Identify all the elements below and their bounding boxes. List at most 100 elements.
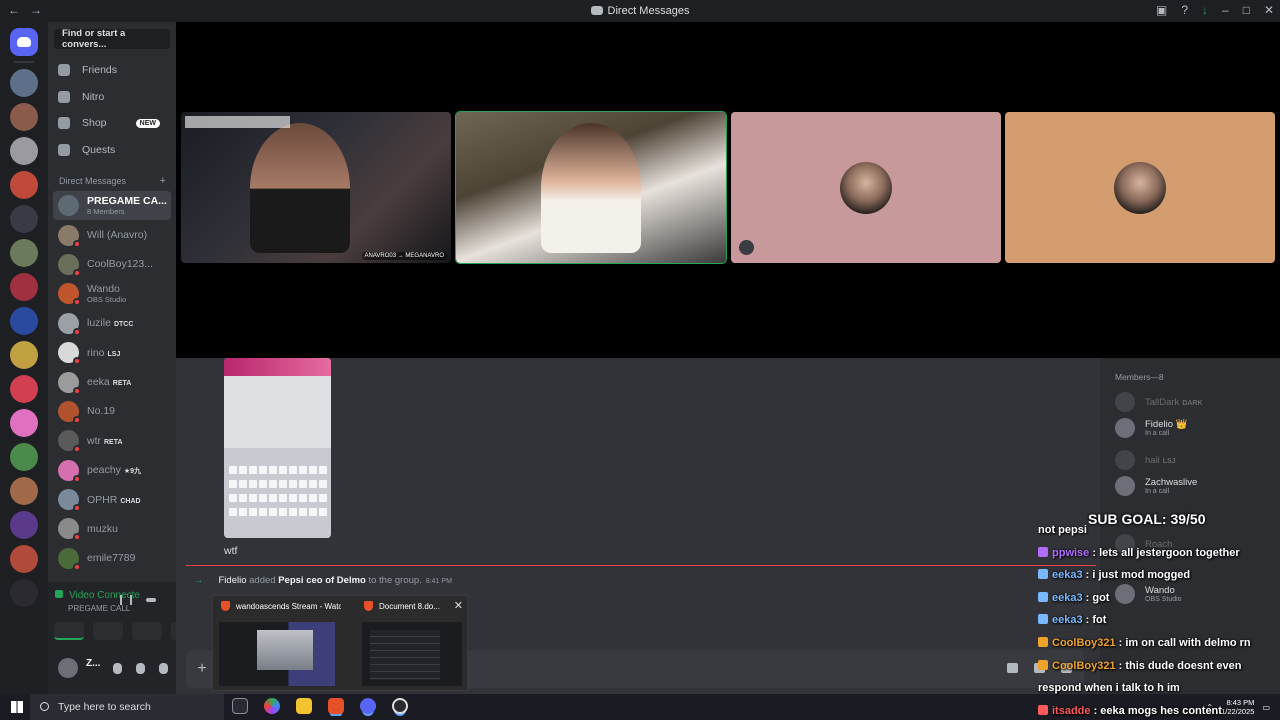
add-dm-icon[interactable]: + xyxy=(160,175,166,187)
taskbar-search[interactable]: Type here to search xyxy=(30,694,224,720)
username[interactable]: Z... xyxy=(86,658,100,669)
close-button[interactable]: ✕ xyxy=(1264,3,1274,17)
avatar-tile[interactable] xyxy=(731,112,1001,263)
dm-conversation[interactable]: Will (Anavro) xyxy=(48,220,176,249)
window-controls: ▣ ? ↓ – □ ✕ xyxy=(1156,3,1274,17)
dm-conversation[interactable]: luzile DTCC xyxy=(48,309,176,338)
server-icon[interactable] xyxy=(10,137,38,165)
dm-conversation[interactable]: PREGAME CA... 8 Members xyxy=(53,191,171,221)
video-tile[interactable]: ANAVRO03 → MEGANAVRO xyxy=(181,112,451,263)
keyboard-key xyxy=(289,494,297,502)
member-item[interactable]: Zachwaslive In a call xyxy=(1115,476,1197,496)
chat-username: eeka3 xyxy=(1052,569,1083,582)
copilot-icon[interactable] xyxy=(264,698,280,714)
inbox-icon[interactable]: ▣ xyxy=(1156,3,1167,17)
find-conversation-button[interactable]: Find or start a convers... xyxy=(54,28,170,50)
maximize-button[interactable]: □ xyxy=(1243,3,1250,17)
add-attachment-icon[interactable]: + xyxy=(194,661,210,677)
dm-conversation[interactable]: eeka RETA xyxy=(48,367,176,396)
nav-shop[interactable]: Shop NEW xyxy=(48,110,176,137)
keyboard-key xyxy=(309,480,317,488)
dm-conversation[interactable]: peachy ★9九 xyxy=(48,456,176,485)
voice-channel-name[interactable]: PREGAME CALL xyxy=(68,604,130,613)
keyboard-key xyxy=(239,480,247,488)
server-icon[interactable] xyxy=(10,341,38,369)
download-icon[interactable]: ↓ xyxy=(1202,3,1208,17)
discord-app-icon[interactable] xyxy=(360,698,376,714)
task-view-icon[interactable] xyxy=(232,698,248,714)
dm-list: PREGAME CA... 8 Members Will (Anavro) CoolB… xyxy=(48,191,176,573)
server-icon[interactable] xyxy=(10,511,38,539)
avatar xyxy=(58,400,81,424)
stream-chat-line: eeka3 : fot xyxy=(1038,614,1106,626)
dm-conversation[interactable]: OPHR CHAD xyxy=(48,485,176,514)
system-actor[interactable]: Fidelio xyxy=(219,575,247,586)
video-tile-speaking[interactable] xyxy=(455,111,727,264)
headphones-icon[interactable] xyxy=(136,663,145,674)
window-preview[interactable]: wandoascends Stream - Watch ... xyxy=(213,596,341,692)
server-icon[interactable] xyxy=(10,103,38,131)
stream-chat-line: respond when i talk to h im xyxy=(1038,682,1180,694)
server-icon[interactable] xyxy=(10,273,38,301)
member-name: TallDark DARK xyxy=(1145,397,1203,408)
dm-conversation[interactable]: CoolBoy123... xyxy=(48,250,176,279)
windows-start-icon[interactable] xyxy=(11,701,23,713)
stream-chat-line: eeka3 : got xyxy=(1038,591,1109,604)
gift-icon[interactable] xyxy=(1007,663,1018,673)
file-explorer-icon[interactable] xyxy=(296,698,312,714)
member-item[interactable]: hali LSJ xyxy=(1115,450,1176,470)
stream-chat-line: CoolBoy321 : this dude doesnt even xyxy=(1038,659,1241,672)
dm-conversation[interactable]: emile7789 xyxy=(48,544,176,573)
keyboard-key xyxy=(299,466,307,474)
server-icon[interactable] xyxy=(10,477,38,505)
member-item[interactable]: Fidelio 👑 In a call xyxy=(1115,418,1187,438)
camera-button[interactable] xyxy=(54,622,84,640)
server-icon[interactable] xyxy=(10,409,38,437)
server-icon[interactable] xyxy=(10,171,38,199)
screen-share-button[interactable] xyxy=(93,622,123,640)
minimize-button[interactable]: – xyxy=(1222,3,1229,17)
video-credit: ANAVRO03 → MEGANAVRO xyxy=(361,252,447,260)
voice-waves-icon[interactable] xyxy=(120,595,132,605)
settings-icon[interactable] xyxy=(159,663,168,674)
activities-button[interactable] xyxy=(132,622,162,640)
message-timestamp: 8:41 PM xyxy=(425,578,452,585)
nav-nitro[interactable]: Nitro xyxy=(48,84,176,111)
server-icon[interactable] xyxy=(10,307,38,335)
dm-conversation[interactable]: No.19 xyxy=(48,397,176,426)
message-image-attachment[interactable] xyxy=(224,358,331,538)
server-icon[interactable] xyxy=(10,545,38,573)
dm-conversation-name: luzile DTCC xyxy=(87,317,133,329)
system-target[interactable]: Pepsi ceo of Delmo xyxy=(278,575,366,586)
dm-conversation-name: rino LSJ xyxy=(87,347,120,359)
disconnect-icon[interactable] xyxy=(146,598,156,602)
nav-quests[interactable]: Quests xyxy=(48,137,176,164)
avatar[interactable] xyxy=(58,658,78,678)
dm-conversation[interactable]: muzku xyxy=(48,514,176,543)
discord-home-icon[interactable] xyxy=(10,28,38,56)
window-preview[interactable]: Document 8.do... ✕ xyxy=(356,596,469,692)
avatar-tile[interactable] xyxy=(1005,112,1275,263)
microphone-icon[interactable] xyxy=(113,663,122,674)
dm-conversation[interactable]: wtr RETA xyxy=(48,426,176,455)
keyboard-key xyxy=(269,494,277,502)
obs-icon[interactable] xyxy=(392,698,408,714)
server-icon[interactable] xyxy=(10,239,38,267)
server-icon[interactable] xyxy=(10,375,38,403)
dm-conversation[interactable]: Wando OBS Studio xyxy=(48,279,176,308)
brave-browser-icon[interactable] xyxy=(328,698,344,714)
avatar xyxy=(58,430,81,454)
guild-tag: LSJ xyxy=(107,350,121,358)
server-icon[interactable] xyxy=(10,443,38,471)
nav-friends[interactable]: Friends xyxy=(48,57,176,84)
avatar xyxy=(58,253,81,277)
member-item[interactable]: TallDark DARK xyxy=(1115,392,1203,412)
server-icon[interactable] xyxy=(10,69,38,97)
close-icon[interactable]: ✕ xyxy=(454,599,463,612)
server-icon[interactable] xyxy=(10,579,38,607)
help-icon[interactable]: ? xyxy=(1181,3,1188,17)
server-icon[interactable] xyxy=(10,205,38,233)
dm-conversation[interactable]: rino LSJ xyxy=(48,338,176,367)
keyboard-key xyxy=(239,508,247,516)
keyboard-key xyxy=(289,480,297,488)
